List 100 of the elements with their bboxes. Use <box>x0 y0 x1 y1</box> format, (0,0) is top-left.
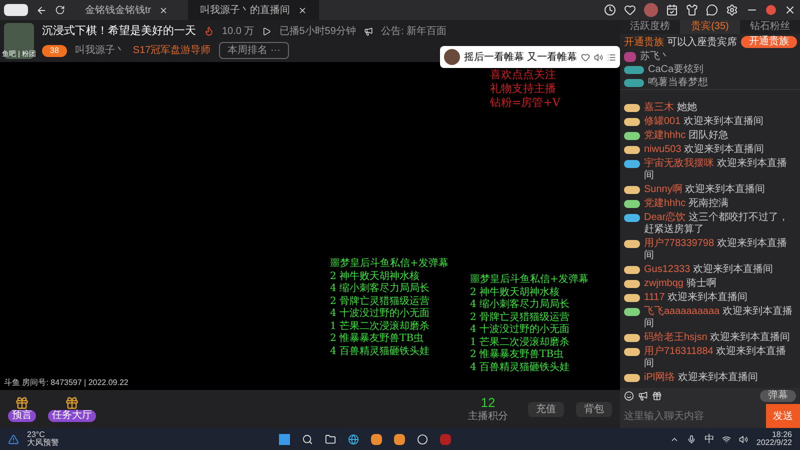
overlay-text: 2 骨牌亡灵猎猫级运营 <box>470 312 571 324</box>
gift-icon[interactable] <box>15 396 29 410</box>
overlay-text: 4 百兽精灵猫砸铁头娃 <box>330 346 431 358</box>
vip-name[interactable]: CaCa要炫到 <box>648 64 704 74</box>
calendar-icon[interactable] <box>666 4 678 16</box>
album-art <box>444 49 460 65</box>
duration-text: 已播5小时59分钟 <box>279 24 356 38</box>
chat-message: 用户778339798 欢迎来到本直播间 <box>644 238 788 262</box>
chat-message: 用户716311884 欢迎来到本直播间 <box>644 346 788 370</box>
volume-icon[interactable] <box>594 52 603 62</box>
close-icon[interactable] <box>159 6 168 14</box>
close-icon[interactable] <box>298 6 308 14</box>
play-icon <box>262 26 272 36</box>
overlay-text: 钻粉=房管+V <box>490 96 560 110</box>
gift-icon[interactable] <box>652 391 662 401</box>
vip-name[interactable]: 苏飞丶 <box>640 52 670 62</box>
hot-count: 10.0 万 <box>222 24 254 38</box>
wifi-icon[interactable] <box>722 434 732 444</box>
megaphone-icon <box>364 26 373 36</box>
barrage-toggle[interactable]: 弹幕 <box>760 390 796 402</box>
search-icon[interactable] <box>302 434 313 444</box>
chat-message: zwjmbqg 骑士啊 <box>644 278 716 290</box>
clock-time: 18:26 <box>772 431 792 439</box>
vip-name[interactable]: 鸣薯当春梦想 <box>648 78 708 88</box>
noble-button[interactable]: 开通贵族 <box>740 36 797 48</box>
chat-message: 党建hhhc 团队好急 <box>644 130 728 142</box>
shirt-icon[interactable] <box>686 4 698 16</box>
level-badge: 38 <box>42 44 67 57</box>
fan-badge-icon <box>624 66 644 74</box>
browser-tab[interactable]: 金铭钱金铭钱tr <box>73 0 180 20</box>
chat-message: Dear恋饮 这三个都咬打不过了，赶紧送房算了 <box>644 212 790 236</box>
reload-icon[interactable] <box>55 5 65 15</box>
chat-message: 修罐001 欢迎来到本直播间 <box>644 116 764 128</box>
app-icon[interactable] <box>394 434 405 444</box>
honor-text: S17冠军盘游导师 <box>132 44 211 58</box>
overlay-text: 4 十波没过野的小无面 <box>330 308 431 320</box>
back-icon[interactable] <box>36 4 47 16</box>
rank-button[interactable]: 本周排名 ··· <box>218 42 290 60</box>
start-icon[interactable] <box>278 434 290 444</box>
volume-icon[interactable] <box>739 434 748 444</box>
chat-message: 1117 欢迎来到本直播间 <box>644 292 748 304</box>
overlay-text: 4 十波没过野的小无面 <box>470 324 571 336</box>
chat-message: 嘉三木 她她 <box>644 102 697 114</box>
app-icon[interactable] <box>370 434 382 444</box>
overlay-text: 2 惟暴暴友野兽TB虫 <box>330 333 425 346</box>
folder-icon[interactable] <box>324 434 336 444</box>
overlay-text: 喜欢点点关注 <box>490 68 557 82</box>
chat-message: 码给老王hsjsn 欢迎来到本直播间 <box>644 332 790 344</box>
gift-icon[interactable] <box>65 396 79 410</box>
chat-tab[interactable]: 活跃度榜 <box>620 20 680 34</box>
stream-title: 沉浸式下棋！希望是美好的一天 <box>42 24 196 39</box>
chat-message: niwu503 欢迎来到本直播间 <box>644 144 764 156</box>
clock-date: 2022/9/22 <box>756 439 792 447</box>
overlay-text: 噩梦皇后斗鱼私信+发弹幕 <box>470 274 588 286</box>
overlay-text: 礼物支持主播 <box>490 82 557 96</box>
app-icon[interactable] <box>416 434 428 444</box>
browser-tab[interactable]: 叫我源子丶的直播间 <box>188 0 320 20</box>
overlay-text: 2 神牛败天胡神水核 <box>330 270 421 282</box>
mic-icon[interactable] <box>687 434 696 444</box>
browser-icon[interactable] <box>348 434 359 444</box>
weather-text: 大风预警 <box>27 439 59 447</box>
overlay-text: 4 缩小刺客尽力局局长 <box>330 283 431 296</box>
megaphone-icon[interactable] <box>638 391 648 401</box>
emoji-icon[interactable] <box>624 391 634 401</box>
overlay-text: 4 百兽精灵猫砸铁头娃 <box>470 362 571 374</box>
wallet-button[interactable]: 充值 <box>528 402 564 416</box>
streamer-name[interactable]: 叫我源子丶 <box>74 43 125 58</box>
chat-tab[interactable]: 钻石粉丝 <box>740 20 800 34</box>
send-button[interactable]: 发送 <box>766 404 800 428</box>
chat-message: Gus12333 欢迎来到本直播间 <box>644 264 773 276</box>
warning-icon <box>8 434 19 444</box>
overlay-text: 噩梦皇后斗鱼私信+发弹幕 <box>330 258 448 270</box>
playlist-icon[interactable] <box>606 52 616 62</box>
song-title: 摇后一看帷幕 又一看帷幕 <box>464 50 577 64</box>
score-label: 主播积分 <box>468 410 508 424</box>
gift-item[interactable]: 预言 <box>8 396 36 422</box>
avatar[interactable] <box>644 3 658 17</box>
temperature: 23°C <box>27 431 45 439</box>
ime-indicator[interactable]: 中 <box>704 432 714 446</box>
overlay-text: 1 芒果二次浸滚却磨杀 <box>470 336 571 348</box>
close-icon[interactable] <box>784 4 796 16</box>
overlay-text: 2 惟暴暴友野兽TB虫 <box>470 349 565 362</box>
settings-icon[interactable] <box>726 4 738 16</box>
overlay-text: 2 骨牌亡灵猎猫级运营 <box>330 296 431 308</box>
gift-item[interactable]: 任务大厅 <box>48 396 96 422</box>
chat-input[interactable]: 这里输入聊天内容 <box>620 404 766 428</box>
heart-icon[interactable] <box>580 52 590 62</box>
room-info: 斗鱼 房间号: 8473597 | 2022.09.22 <box>4 377 128 389</box>
chat-message: 党建hhhc 死南控满 <box>644 198 728 210</box>
chat-tab[interactable]: 贵宾(35) <box>680 20 740 34</box>
chat-message: 宇宙无敌我摆咪 欢迎来到本直播间 <box>644 158 788 182</box>
overlay-text: 1 芒果二次浸滚却磨杀 <box>330 320 431 332</box>
clock-icon[interactable] <box>604 4 616 16</box>
chat-message: 飞飞aaaaaaaaaa 欢迎来到本直播间 <box>644 306 794 330</box>
notice-text: 公告: 新年百面 <box>380 24 446 38</box>
chat-message: Sunny啊 欢迎来到本直播间 <box>644 184 766 196</box>
chat-icon[interactable] <box>706 4 718 16</box>
fan-badge-icon <box>624 78 644 86</box>
noble-badge-icon <box>624 52 636 62</box>
wallet-button[interactable]: 背包 <box>576 402 612 416</box>
